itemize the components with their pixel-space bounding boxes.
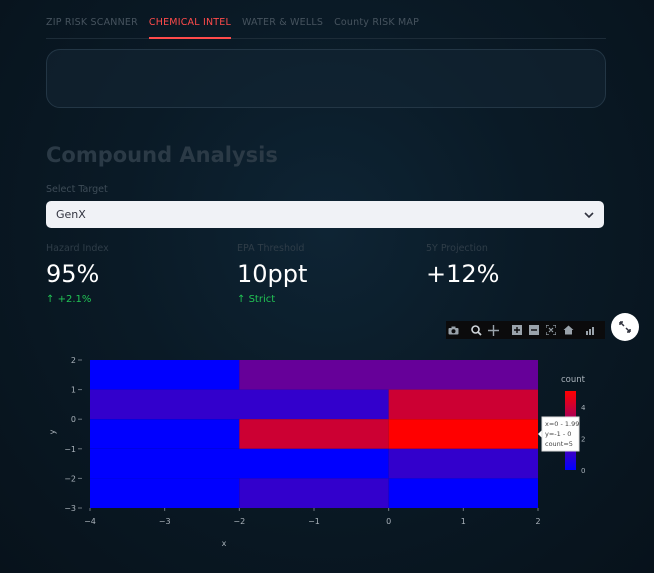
- arrow-up-icon: ↑: [46, 294, 55, 305]
- metric-delta-text: Strict: [248, 294, 276, 305]
- y-tick-label: 0: [71, 415, 76, 424]
- fullscreen-button[interactable]: [611, 313, 639, 341]
- heatmap-cell[interactable]: [90, 389, 389, 420]
- heatmap-cell[interactable]: [90, 448, 389, 479]
- x-tick-label: −3: [159, 517, 171, 526]
- metric-delta-text: +2.1%: [57, 294, 92, 305]
- x-tick-label: 2: [535, 517, 540, 526]
- metric-delta: ↑ Strict: [237, 294, 307, 305]
- metric-hazard-index: Hazard Index 95% ↑ +2.1%: [46, 243, 109, 305]
- metric-epa-threshold: EPA Threshold 10ppt ↑ Strict: [237, 243, 307, 305]
- metric-value: +12%: [426, 260, 500, 288]
- heatmap-chart[interactable]: −4 −3 −2 −1 0 1 2 2 1 0 −1 −2 −3 x y count 4 2 0 x=0 - 1.…: [0, 348, 654, 558]
- metric-label: 5Y Projection: [426, 243, 488, 254]
- x-tick-label: 0: [386, 517, 391, 526]
- heatmap-cell[interactable]: [388, 389, 538, 420]
- chevron-down-icon: [584, 211, 594, 218]
- tab-chemical-intel[interactable]: CHEMICAL INTEL: [148, 12, 231, 39]
- camera-icon[interactable]: [446, 323, 461, 337]
- x-axis-title: x: [222, 539, 227, 548]
- heatmap-cell[interactable]: [388, 448, 538, 479]
- heatmap-cell[interactable]: [239, 478, 389, 508]
- x-tick-label: 1: [461, 517, 466, 526]
- metric-delta: ↑ +2.1%: [46, 294, 109, 305]
- colorbar-tick-label: 4: [581, 404, 586, 412]
- home-icon[interactable]: [561, 323, 576, 337]
- metric-label: Hazard Index: [46, 243, 109, 254]
- colorbar-title: count: [561, 375, 586, 385]
- zoom-in-icon[interactable]: [509, 323, 524, 337]
- colorbar-tick-label: 2: [581, 435, 585, 443]
- expand-icon: [619, 321, 631, 333]
- arrow-up-icon: ↑: [237, 294, 246, 305]
- tab-bar: ZIP RISK SCANNER CHEMICAL INTEL WATER & …: [46, 12, 606, 39]
- heatmap-cell[interactable]: [388, 419, 538, 449]
- heatmap-cell[interactable]: [90, 419, 240, 449]
- metric-value: 95%: [46, 260, 100, 288]
- select-label: Select Target: [46, 184, 108, 195]
- target-select[interactable]: GenX: [46, 201, 604, 228]
- tooltip-line: y=-1 - 0: [545, 430, 571, 438]
- y-tick-label: 2: [71, 356, 76, 365]
- x-tick-label: −4: [84, 517, 96, 526]
- zoom-out-icon[interactable]: [526, 323, 541, 337]
- tab-county-risk-map[interactable]: County RISK MAP: [334, 12, 419, 37]
- heatmap-cell[interactable]: [239, 419, 389, 449]
- heatmap-cell[interactable]: [90, 360, 240, 390]
- y-axis-title: y: [48, 429, 57, 434]
- tab-water-wells[interactable]: WATER & WELLS: [242, 12, 323, 37]
- tooltip-line: x=0 - 1.99: [545, 420, 579, 428]
- x-tick-label: −2: [233, 517, 245, 526]
- heatmap-cell[interactable]: [239, 360, 539, 390]
- colorbar-tick-label: 0: [581, 467, 585, 475]
- y-tick-label: −3: [64, 504, 76, 513]
- autoscale-icon[interactable]: [544, 323, 559, 337]
- zoom-icon[interactable]: [469, 323, 484, 337]
- info-banner: [46, 49, 606, 108]
- y-tick-label: −1: [64, 445, 76, 454]
- select-value: GenX: [56, 208, 86, 221]
- tooltip-line: count=5: [545, 440, 573, 448]
- metric-value: 10ppt: [237, 260, 308, 288]
- page-title: Compound Analysis: [46, 143, 278, 167]
- x-tick-label: −1: [308, 517, 320, 526]
- heatmap-cell[interactable]: [388, 478, 538, 508]
- metric-label: EPA Threshold: [237, 243, 305, 254]
- y-tick-label: −2: [64, 474, 76, 483]
- plotly-logo-icon[interactable]: [584, 323, 599, 337]
- metric-5y-projection: 5Y Projection +12%: [426, 243, 499, 288]
- tooltip-pointer: [538, 430, 542, 438]
- tab-zip-risk-scanner[interactable]: ZIP RISK SCANNER: [46, 12, 138, 37]
- y-tick-label: 1: [71, 386, 76, 395]
- heatmap-cell[interactable]: [90, 478, 240, 508]
- pan-icon[interactable]: [486, 323, 501, 337]
- chart-modebar: [446, 321, 605, 339]
